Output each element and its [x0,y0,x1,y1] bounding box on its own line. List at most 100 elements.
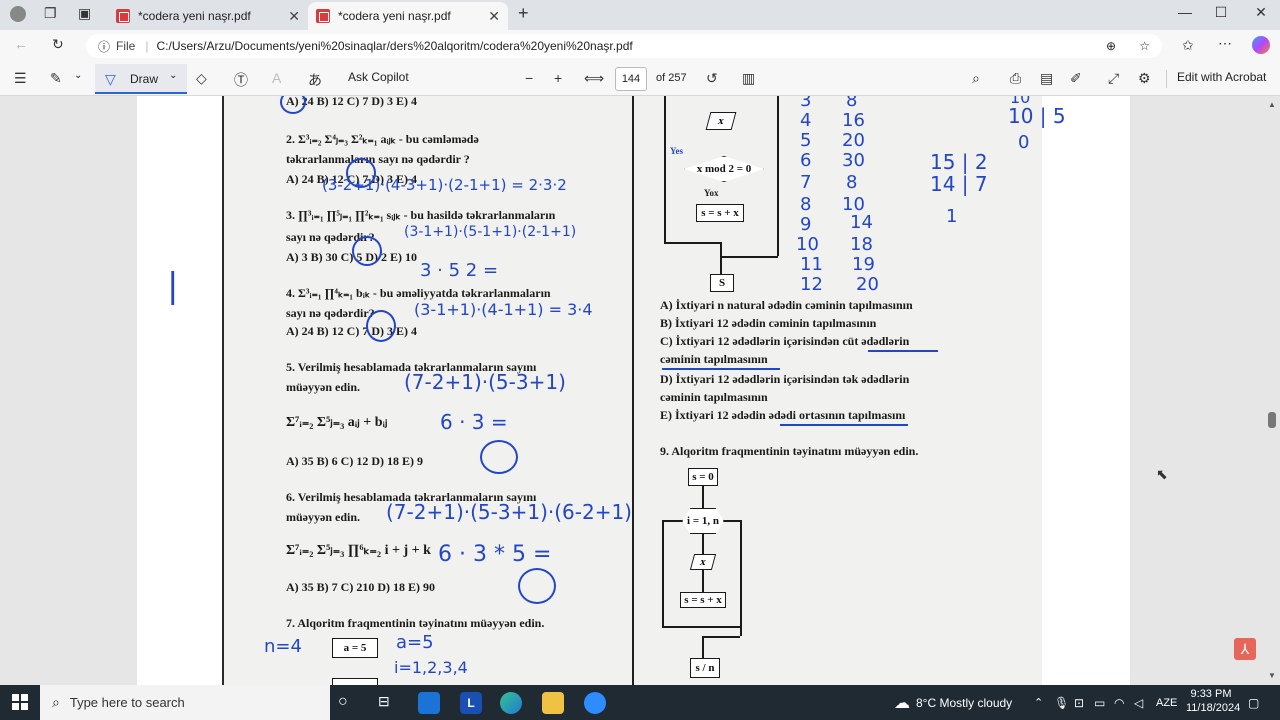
widgets-icon[interactable]: ⊟ [378,693,390,710]
vertical-scrollbar[interactable]: ▲ ▼ [1268,100,1276,680]
new-tab-button[interactable]: + [518,3,529,24]
q8-option-a: A) İxtiyari n natural ədədin cəminin tap… [660,298,913,312]
save-icon[interactable]: ▤ [1040,70,1053,87]
hw-division-2c: 1 [946,206,958,227]
language-indicator[interactable]: AZE [1156,685,1177,720]
close-icon[interactable]: ✕ [288,8,300,25]
answer-circle [366,310,396,342]
page-number-input[interactable]: 144 [615,67,647,91]
edit-with-acrobat-button[interactable]: Edit with Acrobat [1177,70,1266,84]
taskbar-search[interactable]: ⌕ Type here to search [40,685,330,720]
fullscreen-icon[interactable]: ⤢ [1108,70,1119,87]
q8-option-c2: cəminin tapılmasının [660,352,768,366]
wifi-icon[interactable]: ◠ [1114,685,1124,720]
network-icon[interactable]: ⊡ [1074,685,1084,720]
q5-formula: Σ⁷ᵢ₌₂ Σ⁵ⱼ₌₃ aᵢⱼ + bᵢⱼ [286,415,388,430]
flow9-output: s / n [690,658,720,678]
q4-title: 4. Σ³ᵢ₌₁ ∏⁴ₖ₌₁ bᵢₖ - bu əməliyyatda təkr… [286,286,551,300]
close-window-icon[interactable]: ✕ [1246,4,1276,21]
minimize-icon[interactable]: — [1170,4,1200,20]
file-explorer-icon[interactable] [542,692,564,714]
q4-options: A) 24 B) 12 C) 7 D) 3 E) 4 [286,324,417,338]
tab-codera-2[interactable]: *codera yeni naşr.pdf ✕ [308,2,508,30]
info-icon[interactable]: ⓘ [98,38,110,55]
hw-q3b: 3 · 5 2 = [420,260,499,281]
highlight-icon[interactable]: ✎ [50,70,62,87]
column-divider [632,96,634,685]
q4-subtitle: sayı nə qədərdir? [286,306,375,320]
ask-copilot-button[interactable]: Ask Copilot [348,70,409,84]
hw-division-2b: 14 | 7 [930,172,988,196]
refresh-icon[interactable]: ↻ [52,36,64,53]
address-bar-row: ← ↻ ⓘ File | C:/Users/Arzu/Documents/yen… [0,30,1280,62]
zoom-out-icon[interactable]: − [525,70,533,86]
zoom-in-icon[interactable]: + [554,70,562,86]
text-box-icon[interactable]: Ⓣ [234,70,248,90]
pen-icon: ▽ [105,71,116,87]
notifications-icon[interactable]: ▢ [1248,685,1259,720]
battery-icon[interactable]: ▭ [1094,685,1105,720]
search-icon[interactable]: ⌕ [972,70,980,87]
print-icon[interactable]: ⎙ [1010,70,1021,87]
close-icon[interactable]: ✕ [488,8,500,25]
scroll-down-icon[interactable]: ▼ [1268,671,1276,680]
file-label: File [116,39,136,53]
flow9-assign: s = s + x [680,592,726,608]
scroll-up-icon[interactable]: ▲ [1268,100,1276,109]
maximize-icon[interactable]: ☐ [1206,4,1236,21]
tab-actions-icon[interactable]: ▣ [78,5,91,22]
app-l-icon[interactable]: L [460,692,482,714]
flow-output: S [710,274,734,292]
page-view-icon[interactable]: ▥ [742,70,755,87]
page-total: of 257 [656,72,687,84]
more-menu-icon[interactable]: ⋯ [1218,35,1232,52]
hw-q6: (7-2+1)·(5-3+1)·(6-2+1) [386,500,632,524]
flow9-loop: i = 1, n [682,508,724,534]
settings-gear-icon[interactable]: ⚙ [1138,70,1151,87]
address-field[interactable]: ⓘ File | C:/Users/Arzu/Documents/yeni%20… [86,34,1162,58]
flow-yes: Yes [670,146,683,156]
browser-tab-bar: ❐ ▣ *codera yeni naşr.pdf ✕ *codera yeni… [0,0,1280,30]
favorites-icon[interactable]: ✩ [1182,37,1194,54]
read-aloud-icon[interactable]: A [272,70,281,86]
mouse-cursor-icon: ⬉ [1156,466,1168,482]
pdf-viewer[interactable]: | A) 24 B) 12 C) 7 D) 3 E) 4 2. Σ³ᵢ₌₂ Σ⁴… [0,96,1280,685]
hw-division-1b: 10 [1010,96,1031,107]
hw-q7b: a=5 [396,632,434,653]
eraser-icon[interactable]: ◇ [196,70,207,87]
chevron-down-icon[interactable]: ⌄ [74,70,82,81]
tab-title: *codera yeni naşr.pdf [338,9,451,23]
flow-no: Yox [704,188,719,198]
draw-button[interactable]: ▽ Draw ⌄ [95,64,187,94]
contents-list-icon[interactable]: ☰ [14,70,27,87]
save-as-icon[interactable]: ✐ [1070,70,1082,87]
microphone-icon[interactable]: 🎙 [1054,685,1069,720]
scroll-thumb[interactable] [1268,412,1276,428]
acrobat-icon[interactable]: ⅄ [1234,638,1256,660]
windows-start-icon[interactable] [12,694,28,710]
clock-date: 11/18/2024 [1186,702,1241,714]
zoom-app-icon[interactable] [584,692,606,714]
favorite-star-icon[interactable]: ☆ [1139,39,1150,53]
zoom-icon[interactable]: ⊕ [1106,39,1116,53]
copilot-icon[interactable] [1252,36,1270,54]
profile-icon[interactable] [10,6,26,22]
clock[interactable]: 9:33 PM 11/18/2024 [1186,688,1241,714]
answer-circle [352,236,382,266]
back-icon[interactable]: ← [14,36,28,52]
draw-label: Draw [130,72,159,86]
weather-widget[interactable]: ☁ 8°C Mostly cloudy [894,685,1012,720]
tab-codera-1[interactable]: *codera yeni naşr.pdf ✕ [108,2,308,30]
fit-page-icon[interactable]: ⟺ [584,70,604,87]
volume-icon[interactable]: ◁ [1134,685,1143,720]
rotate-icon[interactable]: ↺ [706,70,718,87]
edge-icon[interactable] [500,692,522,714]
hw-division-1c: 0 [1018,132,1030,153]
task-view-icon[interactable]: ○ [338,693,348,711]
translate-icon[interactable]: あ [308,70,322,90]
answer-circle [346,158,376,188]
workspaces-icon[interactable]: ❐ [44,5,57,22]
tray-chevron-icon[interactable]: ⌃ [1034,685,1043,720]
q2-title: 2. Σ³ᵢ₌₂ Σ⁴ⱼ₌₃ Σ²ₖ₌₁ aᵢⱼₖ - bu cəmləmədə [286,132,479,146]
mail-icon[interactable] [418,692,440,714]
